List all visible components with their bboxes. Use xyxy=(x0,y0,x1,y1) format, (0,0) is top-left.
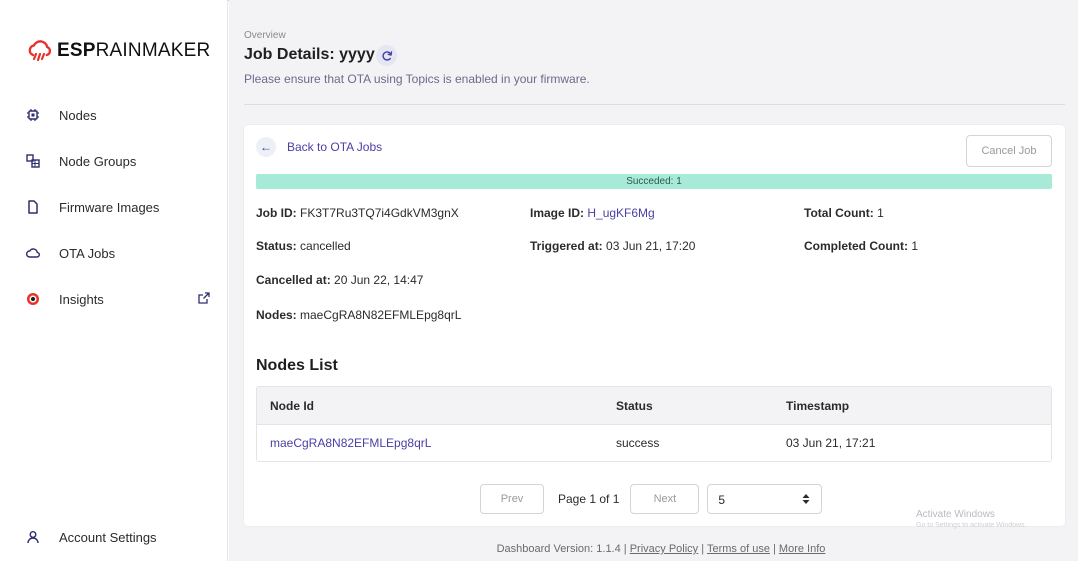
column-header-status: Status xyxy=(616,398,653,413)
insights-icon xyxy=(26,292,40,306)
cloud-icon xyxy=(26,246,40,260)
total-count-key: Total Count: xyxy=(804,206,874,220)
sidebar-item-label: Firmware Images xyxy=(59,199,160,215)
external-link-icon xyxy=(198,292,210,304)
sort-arrows-icon xyxy=(802,494,810,504)
column-header-node-id: Node Id xyxy=(270,398,314,413)
page-size-select[interactable]: 5 xyxy=(707,484,823,514)
image-id-field: Image ID: H_ugKF6Mg xyxy=(530,206,655,220)
sidebar-item-ota-jobs[interactable]: OTA Jobs xyxy=(0,238,228,268)
sidebar-item-label: Node Groups xyxy=(59,153,137,169)
main-content: Overview Job Details: yyyy Please ensure… xyxy=(229,0,1078,561)
brand-name: ESPRAINMAKER xyxy=(57,40,211,61)
completed-count-key: Completed Count: xyxy=(804,239,908,253)
breadcrumb[interactable]: Overview xyxy=(244,30,286,41)
cancelled-at-value: 20 Jun 22, 14:47 xyxy=(334,273,424,287)
image-id-link[interactable]: H_ugKF6Mg xyxy=(587,206,654,220)
table-row: maeCgRA8N82EFMLEpg8qrL success 03 Jun 21… xyxy=(257,425,1051,461)
progress-label: Succeded: 1 xyxy=(626,176,682,187)
total-count-value: 1 xyxy=(877,206,884,220)
back-to-ota-jobs-link[interactable]: Back to OTA Jobs xyxy=(287,140,382,154)
job-details-card: ← Back to OTA Jobs Cancel Job Succeded: … xyxy=(244,125,1065,526)
sidebar: ESPRAINMAKER Nodes Node Groups Firmware … xyxy=(0,0,228,561)
more-info-link[interactable]: More Info xyxy=(779,543,825,555)
column-header-timestamp: Timestamp xyxy=(786,398,850,413)
nodes-table: Node Id Status Timestamp maeCgRA8N82EFML… xyxy=(256,386,1052,462)
page-size-value: 5 xyxy=(718,493,726,507)
node-timestamp-cell: 03 Jun 21, 17:21 xyxy=(786,436,876,450)
status-field: Status: cancelled xyxy=(256,239,351,253)
next-page-button[interactable]: Next xyxy=(630,484,700,514)
rainmaker-cloud-icon xyxy=(28,40,52,62)
prev-page-button[interactable]: Prev xyxy=(480,484,544,514)
total-count-field: Total Count: 1 xyxy=(804,206,884,220)
nodes-field: Nodes: maeCgRA8N82EFMLEpg8qrL xyxy=(256,308,461,322)
privacy-policy-link[interactable]: Privacy Policy xyxy=(630,543,698,555)
sidebar-item-insights[interactable]: Insights xyxy=(0,284,228,314)
triggered-at-value: 03 Jun 21, 17:20 xyxy=(606,239,696,253)
activate-windows-hint: Go to Settings to activate Windows. xyxy=(916,522,1027,529)
page-info: Page 1 of 1 xyxy=(558,492,620,506)
page-subtitle: Please ensure that OTA using Topics is e… xyxy=(244,72,590,86)
sidebar-item-label: Insights xyxy=(59,291,104,307)
file-icon xyxy=(26,200,40,214)
job-id-key: Job ID: xyxy=(256,206,297,220)
back-arrow-icon[interactable]: ← xyxy=(256,137,276,157)
cancelled-at-key: Cancelled at: xyxy=(256,273,331,287)
sidebar-item-account-settings[interactable]: Account Settings xyxy=(0,522,228,552)
brand-logo[interactable]: ESPRAINMAKER xyxy=(27,38,210,64)
image-id-key: Image ID: xyxy=(530,206,585,220)
sidebar-item-label: Account Settings xyxy=(59,529,157,545)
refresh-button[interactable] xyxy=(376,45,397,66)
status-key: Status: xyxy=(256,239,297,253)
terms-of-use-link[interactable]: Terms of use xyxy=(707,543,770,555)
sidebar-item-label: OTA Jobs xyxy=(59,245,116,261)
completed-count-field: Completed Count: 1 xyxy=(804,239,918,253)
nodes-key: Nodes: xyxy=(256,308,297,322)
sidebar-item-nodes[interactable]: Nodes xyxy=(0,100,228,130)
pagination: Prev Page 1 of 1 Next 5 xyxy=(480,484,823,514)
footer: Dashboard Version: 1.1.4 | Privacy Polic… xyxy=(229,543,1078,555)
node-status-cell: success xyxy=(616,436,660,450)
node-id-link[interactable]: maeCgRA8N82EFMLEpg8qrL xyxy=(270,425,431,461)
page-title: Job Details: yyyy xyxy=(244,46,375,63)
refresh-icon xyxy=(381,50,392,61)
job-progress-bar: Succeded: 1 xyxy=(256,174,1052,189)
dashboard-version: Dashboard Version: 1.1.4 xyxy=(496,543,621,555)
completed-count-value: 1 xyxy=(911,239,919,253)
sidebar-item-label: Nodes xyxy=(59,107,97,123)
cancel-job-button[interactable]: Cancel Job xyxy=(966,135,1052,167)
nodes-list-heading: Nodes List xyxy=(256,357,338,374)
node-groups-icon xyxy=(26,154,40,168)
sidebar-item-firmware-images[interactable]: Firmware Images xyxy=(0,192,228,222)
triggered-at-key: Triggered at: xyxy=(530,239,603,253)
nodes-value: maeCgRA8N82EFMLEpg8qrL xyxy=(300,308,462,322)
user-icon xyxy=(26,530,40,544)
status-value: cancelled xyxy=(300,239,351,253)
chip-icon xyxy=(26,108,40,122)
job-id-field: Job ID: FK3T7Ru3TQ7i4GdkVM3gnX xyxy=(256,206,459,220)
header-divider xyxy=(244,104,1065,105)
sidebar-item-node-groups[interactable]: Node Groups xyxy=(0,146,228,176)
triggered-at-field: Triggered at: 03 Jun 21, 17:20 xyxy=(530,239,695,253)
table-header: Node Id Status Timestamp xyxy=(257,387,1051,425)
activate-windows-watermark: Activate Windows xyxy=(916,509,995,520)
cancelled-at-field: Cancelled at: 20 Jun 22, 14:47 xyxy=(256,273,423,287)
job-id-value: FK3T7Ru3TQ7i4GdkVM3gnX xyxy=(300,206,459,220)
